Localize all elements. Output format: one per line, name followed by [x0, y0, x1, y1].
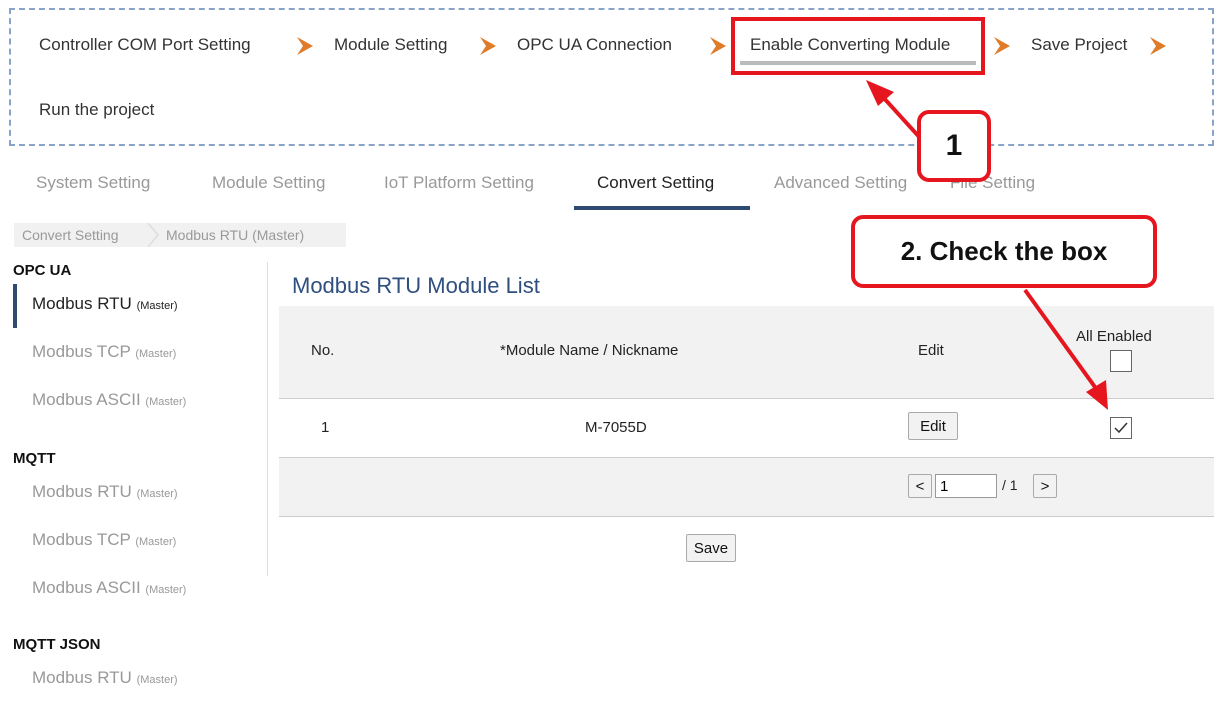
sidebar-group-mqtt: MQTT [13, 450, 56, 467]
callout-step-1: 1 [917, 110, 991, 182]
row-module-name: M-7055D [585, 419, 647, 436]
tab-iot-platform-setting[interactable]: IoT Platform Setting [384, 173, 534, 193]
row-number: 1 [321, 419, 330, 436]
step-save-project[interactable]: Save Project [1031, 35, 1127, 55]
all-enabled-checkbox[interactable] [1110, 350, 1132, 372]
sidebar-item-opcua-modbus-tcp[interactable]: Modbus TCP (Master) [32, 342, 176, 362]
column-header-all-enabled: All Enabled [1076, 328, 1152, 345]
sidebar-item-opcua-modbus-ascii[interactable]: Modbus ASCII (Master) [32, 390, 186, 410]
sidebar-group-opc-ua: OPC UA [13, 262, 72, 279]
step-controller-com-port[interactable]: Controller COM Port Setting [39, 35, 251, 55]
step-module-setting[interactable]: Module Setting [334, 35, 447, 55]
tab-system-setting[interactable]: System Setting [36, 173, 150, 193]
prev-page-button[interactable]: < [908, 474, 932, 498]
callout-check-box: 2. Check the box [851, 215, 1157, 288]
sidebar-item-mqttjson-modbus-rtu[interactable]: Modbus RTU (Master) [32, 668, 178, 688]
breadcrumb-separator-icon [147, 223, 159, 247]
chevron-right-icon [1150, 37, 1166, 55]
column-header-no: No. [311, 342, 335, 359]
highlight-box [731, 17, 985, 75]
tab-advanced-setting[interactable]: Advanced Setting [774, 173, 907, 193]
chevron-right-icon [994, 37, 1010, 55]
tab-module-setting[interactable]: Module Setting [212, 173, 325, 193]
pager-row [279, 458, 1214, 516]
step-opc-ua-connection[interactable]: OPC UA Connection [517, 35, 672, 55]
table-header [279, 306, 1214, 398]
sidebar-group-mqtt-json: MQTT JSON [13, 636, 101, 653]
sidebar-item-opcua-modbus-rtu[interactable]: Modbus RTU (Master) [32, 294, 178, 314]
wizard-steps-box [9, 8, 1214, 146]
sidebar-divider [267, 262, 268, 576]
column-header-module-name: *Module Name / Nickname [500, 342, 679, 359]
breadcrumb-modbus-rtu[interactable]: Modbus RTU (Master) [166, 227, 304, 243]
chevron-right-icon [710, 37, 726, 55]
page-total: / 1 [1002, 477, 1018, 493]
enable-checkbox[interactable] [1110, 417, 1132, 439]
save-button[interactable]: Save [686, 534, 736, 562]
breadcrumb-convert-setting[interactable]: Convert Setting [22, 227, 119, 243]
row-divider [279, 516, 1214, 517]
tab-convert-setting[interactable]: Convert Setting [597, 173, 714, 193]
chevron-right-icon [480, 37, 496, 55]
checkmark-icon [1114, 422, 1128, 434]
next-page-button[interactable]: > [1033, 474, 1057, 498]
row-divider [279, 398, 1214, 399]
active-tab-indicator [574, 206, 750, 210]
sidebar-item-mqtt-modbus-tcp[interactable]: Modbus TCP (Master) [32, 530, 176, 550]
sidebar-item-mqtt-modbus-ascii[interactable]: Modbus ASCII (Master) [32, 578, 186, 598]
step-run-project[interactable]: Run the project [39, 100, 154, 120]
chevron-right-icon [297, 37, 313, 55]
sidebar-active-indicator [13, 284, 17, 328]
sidebar-item-mqtt-modbus-rtu[interactable]: Modbus RTU (Master) [32, 482, 178, 502]
page-number-input[interactable] [935, 474, 997, 498]
edit-button[interactable]: Edit [908, 412, 958, 440]
page-title: Modbus RTU Module List [292, 273, 540, 298]
column-header-edit: Edit [918, 342, 944, 359]
